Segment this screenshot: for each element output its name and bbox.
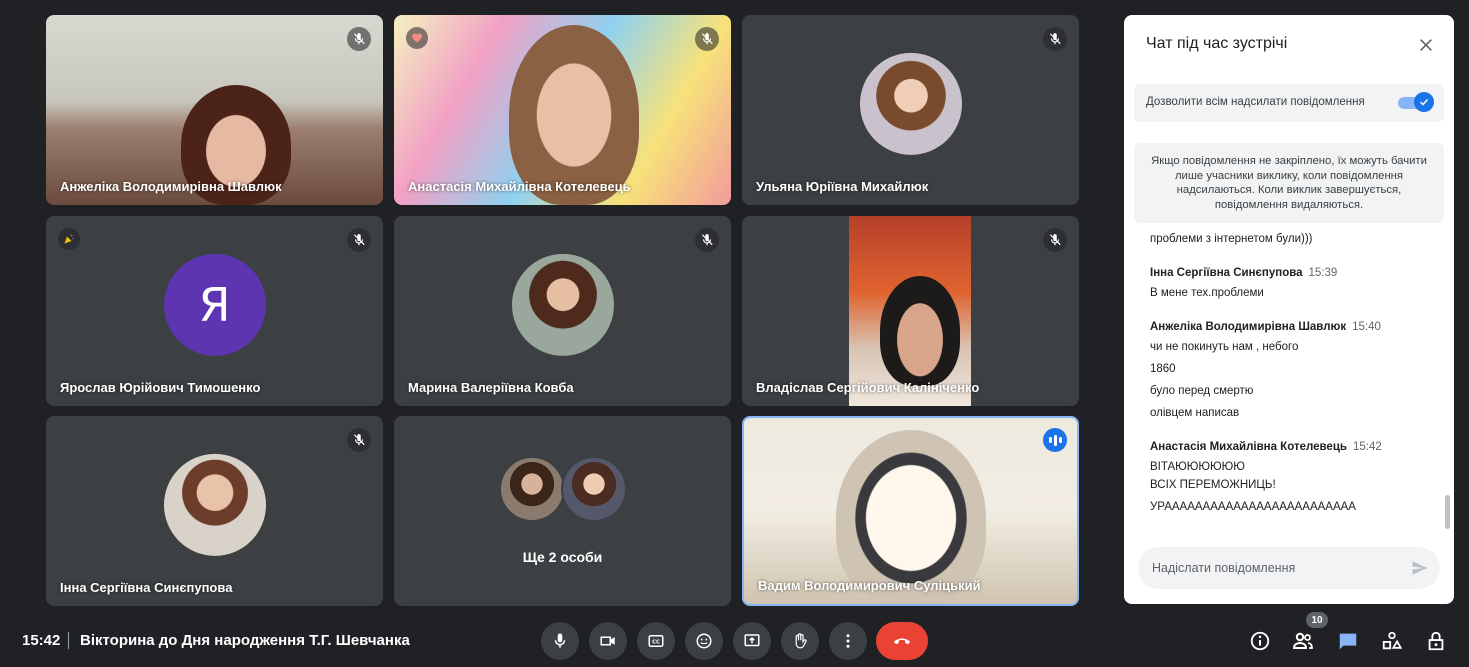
message-text: 1860 [1150,363,1176,375]
chat-button[interactable] [1335,628,1361,654]
meeting-title: Вікторина до Дня народження Т.Г. Шевчанк… [80,632,410,649]
participant-initial-avatar: Я [163,253,266,356]
participant-video [509,25,639,205]
chat-icon [1339,633,1357,650]
message-time: 15:42 [1352,441,1382,453]
message-text: олівцем написав [1150,407,1240,419]
sender-name: Анжеліка Володимирівна Шавлюк [1150,321,1347,333]
participant-name: Марина Валеріївна Ковба [408,380,574,395]
party-reaction-icon [58,228,80,250]
participant-name: Ярослав Юрійович Тимошенко [60,380,261,395]
participant-tile[interactable]: Анжеліка Володимирівна Шавлюк [46,15,383,205]
active-speaker-tile[interactable]: Вадим Володимирович Суліцький [742,416,1079,606]
message-sender: Інна Сергіївна Синєпупова 15:39 [1150,267,1337,279]
chat-panel: Чат під час зустрічі Дозволити всім надс… [1124,15,1454,604]
message-text: ВСІХ ПЕРЕМОЖНИЦЬ! [1150,479,1276,491]
people-icon [1292,632,1313,649]
chat-scrollbar[interactable] [1445,495,1450,529]
captions-icon: CC [648,635,664,647]
emoji-button[interactable] [685,622,723,660]
raise-hand-button[interactable] [781,622,819,660]
muted-mic-icon [1043,228,1067,252]
participant-tile[interactable]: Владіслав Сергійович Калініченко [742,216,1079,406]
microphone-icon [554,633,566,648]
participant-name: Інна Сергіївна Синєпупова [60,580,233,595]
participant-tile[interactable]: Інна Сергіївна Синєпупова [46,416,383,606]
chat-title: Чат під час зустрічі [1146,35,1288,52]
allow-messages-toggle[interactable] [1398,92,1434,112]
sender-name: Анастасія Михайлівна Котелевець [1150,441,1347,453]
present-icon [744,634,760,647]
more-participants-avatars [499,456,629,524]
activities-button[interactable] [1379,628,1405,654]
muted-mic-icon [695,27,719,51]
heart-reaction-icon [406,27,428,49]
divider [68,632,69,649]
svg-text:CC: CC [652,640,660,646]
more-options-button[interactable] [829,622,867,660]
participant-name: Владіслав Сергійович Калініченко [756,380,980,395]
meeting-clock: 15:42 [22,632,61,649]
host-controls-icon [1428,631,1444,651]
message-time: 15:40 [1352,321,1381,333]
end-call-icon [893,638,911,645]
captions-button[interactable]: CC [637,622,675,660]
end-call-button[interactable] [876,622,928,660]
activities-icon [1382,631,1403,650]
message-text: було перед смертю [1150,385,1254,397]
camera-icon [600,636,615,646]
microphone-button[interactable] [541,622,579,660]
participant-avatar [511,253,614,356]
raise-hand-icon [795,633,807,649]
send-icon[interactable] [1410,558,1430,578]
more-options-icon [846,634,850,648]
muted-mic-icon [347,428,371,452]
emoji-icon [696,633,712,649]
allow-messages-label: Дозволити всім надсилати повідомлення [1146,96,1365,108]
sender-name: Інна Сергіївна Синєпупова [1150,267,1303,279]
participant-name: Анастасія Михайлівна Котелевець [408,179,631,194]
allow-messages-row: Дозволити всім надсилати повідомлення [1134,84,1444,122]
participant-tile[interactable]: Я Ярослав Юрійович Тимошенко [46,216,383,406]
check-icon [1414,92,1434,112]
message-text: ВІТАЮЮЮЮЮЮ [1150,461,1245,473]
message-text: УРААААААААААААААААААААААААА [1150,501,1356,513]
close-icon[interactable] [1414,33,1438,57]
muted-mic-icon [347,228,371,252]
host-controls-button[interactable] [1423,628,1449,654]
speaking-indicator-icon [1043,428,1067,452]
participant-name: Анжеліка Володимирівна Шавлюк [60,179,282,194]
message-list: проблеми з інтернетом були))) Інна Сергі… [1150,229,1442,547]
more-participants-label: Ще 2 особи [522,549,603,565]
message-input[interactable] [1152,547,1402,589]
participant-count-badge: 10 [1306,612,1328,628]
message-time: 15:39 [1308,267,1338,279]
muted-mic-icon [695,228,719,252]
participant-name: Вадим Володимирович Суліцький [758,578,981,593]
people-button[interactable] [1290,628,1316,654]
participant-name: Ульяна Юріївна Михайлюк [756,179,929,194]
message-composer [1138,547,1440,589]
participant-tile[interactable]: Ульяна Юріївна Михайлюк [742,15,1079,205]
message-text: чи не покинуть нам , небого [1150,341,1299,353]
participant-avatar [859,52,962,155]
participant-video-face [880,276,960,386]
message-text: В мене тех.проблеми [1150,287,1264,299]
muted-mic-icon [347,27,371,51]
meeting-info-button[interactable] [1247,628,1273,654]
camera-button[interactable] [589,622,627,660]
participant-avatar [163,453,266,556]
message-text: проблеми з інтернетом були))) [1150,233,1313,245]
participant-avatar [499,456,565,522]
message-sender: Анжеліка Володимирівна Шавлюк 15:40 [1150,321,1381,333]
message-sender: Анастасія Михайлівна Котелевець 15:42 [1150,441,1382,453]
participant-tile[interactable]: Марина Валеріївна Ковба [394,216,731,406]
info-icon [1250,631,1270,651]
muted-mic-icon [1043,27,1067,51]
present-button[interactable] [733,622,771,660]
participant-tile[interactable]: Анастасія Михайлівна Котелевець [394,15,731,205]
more-participants-tile[interactable]: Ще 2 особи [394,416,731,606]
participant-avatar [561,456,627,522]
chat-notice: Якщо повідомлення не закріплено, їх можу… [1134,143,1444,223]
